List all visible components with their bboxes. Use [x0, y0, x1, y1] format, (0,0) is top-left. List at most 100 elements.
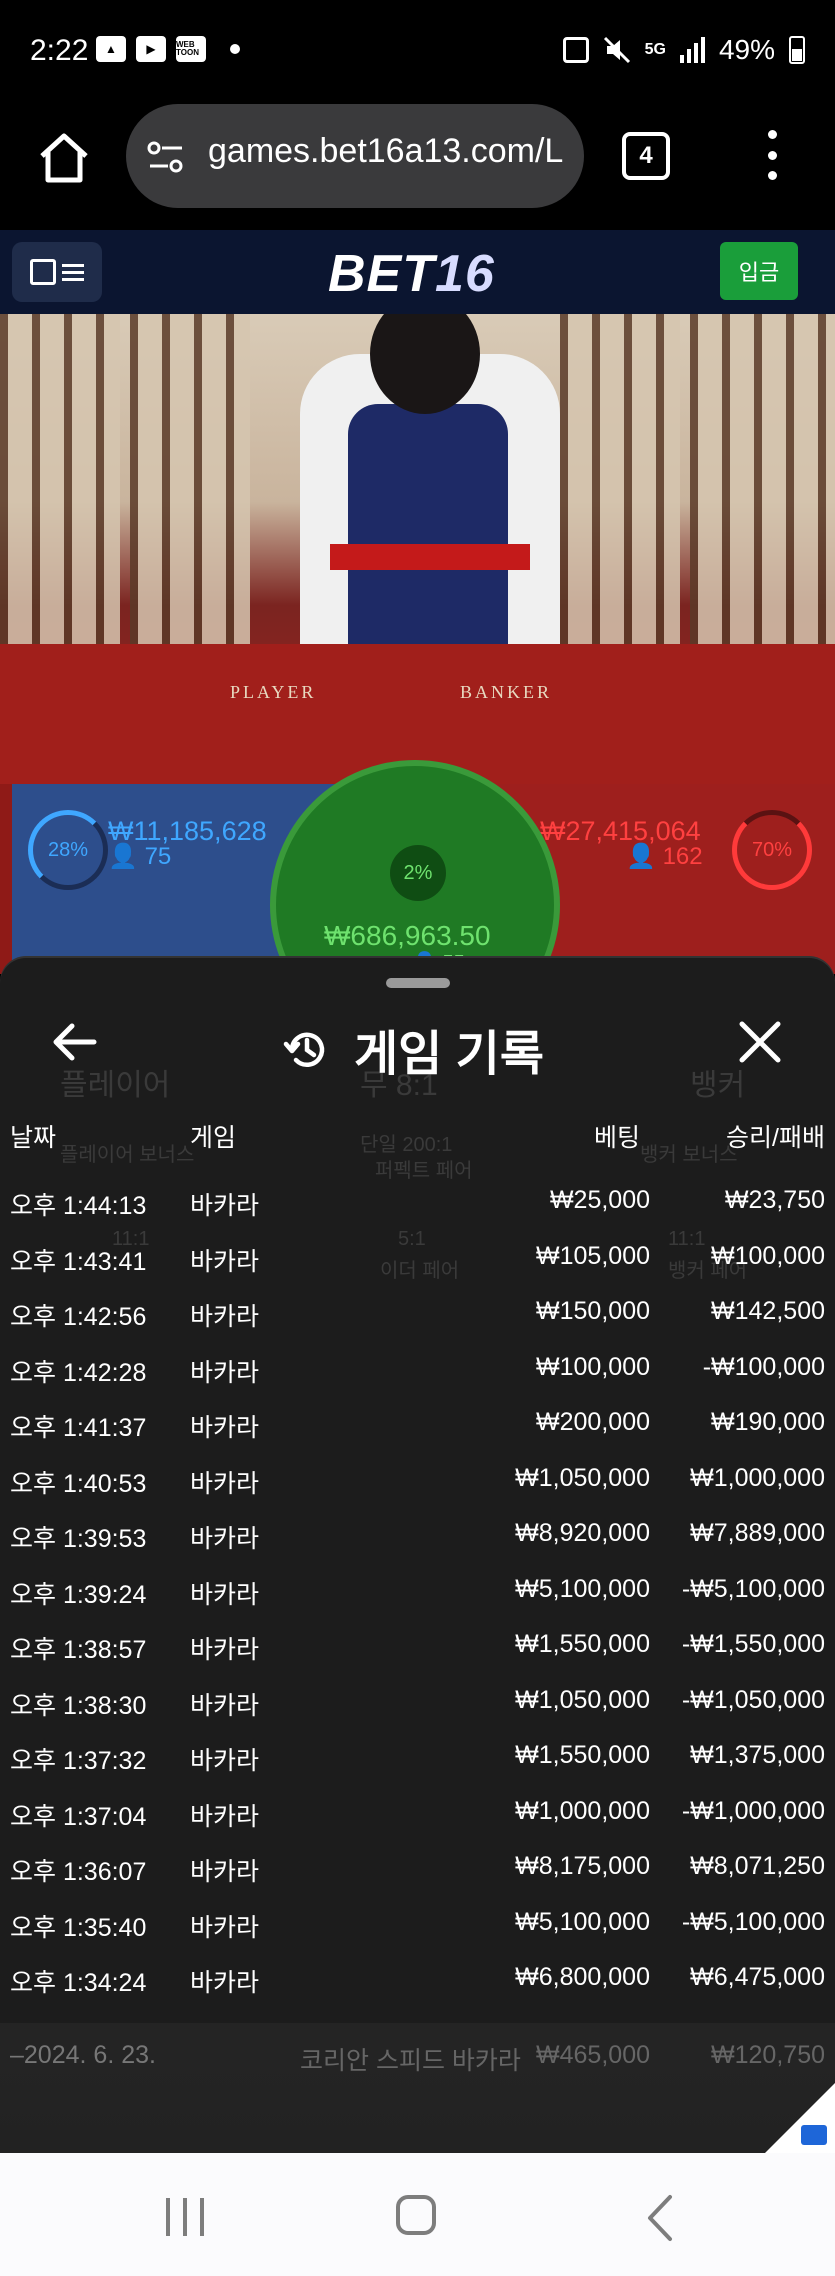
- row-date: 오후 1:42:28: [10, 1358, 147, 1387]
- back-arrow-icon[interactable]: [50, 1020, 98, 1064]
- table-row[interactable]: 오후 1:38:57 바카라 ₩1,550,000 -₩1,550,000: [0, 1624, 835, 1680]
- row-result: ₩190,000: [711, 1408, 825, 1436]
- row-result: ₩142,500: [711, 1297, 825, 1325]
- row-bet: ₩150,000: [536, 1297, 650, 1325]
- table-row[interactable]: 오후 1:39:24 바카라 ₩5,100,000 -₩5,100,000: [0, 1569, 835, 1625]
- site-settings-icon[interactable]: [146, 140, 186, 174]
- address-bar[interactable]: games.bet16a13.com/L: [126, 104, 584, 208]
- gift-icon: [30, 259, 56, 285]
- row-bet: ₩1,550,000: [515, 1630, 650, 1658]
- mute-icon: [603, 36, 630, 64]
- table-row-partial[interactable]: –2024. 6. 23. 코리안 스피드 바카라 ₩465,000 ₩120,…: [0, 2035, 835, 2091]
- status-time: 2:22: [30, 34, 89, 67]
- column-header-game: 게임: [190, 1124, 237, 1152]
- table-row[interactable]: 오후 1:38:30 바카라 ₩1,050,000 -₩1,050,000: [0, 1680, 835, 1736]
- row-bet: ₩1,550,000: [515, 1741, 650, 1769]
- row-game: 바카라: [190, 1636, 260, 1664]
- url-text[interactable]: games.bet16a13.com/L: [208, 132, 568, 171]
- live-video: PLAYER BANKER: [0, 314, 835, 784]
- table-row[interactable]: 오후 1:43:41 바카라 ₩105,000 ₩100,000: [0, 1236, 835, 1292]
- row-result: ₩7,889,000: [690, 1519, 825, 1547]
- player-percent: 28%: [28, 810, 108, 890]
- youtube-icon: ▶: [136, 36, 166, 62]
- row-result: -₩1,550,000: [681, 1630, 825, 1658]
- banker-count: 👤 162: [626, 843, 703, 870]
- home-nav-icon[interactable]: [396, 2195, 436, 2235]
- history-icon: [283, 1032, 325, 1068]
- row-date: 오후 1:37:32: [10, 1747, 147, 1775]
- home-icon[interactable]: [36, 130, 92, 186]
- row-result: ₩8,071,250: [690, 1852, 825, 1880]
- tabs-button[interactable]: 4: [622, 132, 670, 180]
- recent-apps-icon[interactable]: [166, 2198, 204, 2236]
- sheet-drag-handle[interactable]: [386, 978, 450, 988]
- hamburger-icon: [62, 263, 84, 281]
- column-header-result: 승리/패배: [726, 1124, 825, 1152]
- gallery-icon: ▲: [96, 36, 126, 62]
- table-player-label: PLAYER: [230, 682, 317, 702]
- column-header-bet: 베팅: [593, 1124, 640, 1152]
- table-row[interactable]: 오후 1:44:13 바카라 ₩25,000 ₩23,750: [0, 1180, 835, 1236]
- table-row[interactable]: 오후 1:36:07 바카라 ₩8,175,000 ₩8,071,250: [0, 1846, 835, 1902]
- folder-icon[interactable]: [801, 2125, 827, 2145]
- decor-panel: [130, 314, 250, 644]
- tie-percent: 2%: [390, 845, 446, 901]
- row-game: 바카라: [190, 1414, 260, 1442]
- site-logo[interactable]: BET16: [328, 244, 495, 304]
- row-bet: ₩25,000: [549, 1186, 650, 1214]
- row-game: 바카라: [190, 1358, 260, 1387]
- row-result: -₩100,000: [702, 1352, 825, 1381]
- row-bet: ₩200,000: [536, 1408, 650, 1436]
- table-row[interactable]: 오후 1:40:53 바카라 ₩1,050,000 ₩1,000,000: [0, 1458, 835, 1514]
- column-header-date: 날짜: [10, 1124, 57, 1152]
- row-date: 오후 1:34:24: [10, 1969, 147, 1997]
- notification-icons: ▲ ▶ WEB TOON: [96, 36, 240, 62]
- dealer-belt: [330, 544, 530, 570]
- table-row[interactable]: 오후 1:37:32 바카라 ₩1,550,000 ₩1,375,000: [0, 1735, 835, 1791]
- decor-panel: [690, 314, 835, 644]
- sheet-header: 게임 기록: [282, 1014, 544, 1084]
- table-banker-label: BANKER: [460, 682, 553, 702]
- close-icon[interactable]: [736, 1018, 784, 1066]
- webtoon-icon: WEB TOON: [176, 36, 206, 62]
- row-date: 오후 1:44:13: [10, 1192, 147, 1220]
- row-game: 바카라: [190, 1580, 260, 1609]
- row-date: –2024. 6. 23.: [10, 2041, 156, 2069]
- signal-icon: [679, 37, 705, 63]
- player-count: 👤 75: [108, 843, 172, 870]
- row-game: 바카라: [190, 1247, 260, 1276]
- row-result: -₩1,000,000: [681, 1796, 825, 1825]
- table-row[interactable]: 오후 1:39:53 바카라 ₩8,920,000 ₩7,889,000: [0, 1513, 835, 1569]
- decor-panel: [0, 314, 120, 644]
- row-bet: ₩1,050,000: [515, 1685, 650, 1714]
- row-result: -₩5,100,000: [681, 1907, 825, 1936]
- gift-menu-button[interactable]: [12, 242, 102, 302]
- system-icons: 5G 49%: [562, 34, 805, 66]
- row-date: 오후 1:42:56: [10, 1303, 147, 1331]
- row-game: 바카라: [190, 1691, 260, 1720]
- row-result: ₩100,000: [711, 1241, 825, 1270]
- battery-text: 49%: [718, 34, 775, 65]
- history-table-header: 날짜 게임 베팅 승리/패배: [0, 1118, 835, 1162]
- table-row[interactable]: 오후 1:37:04 바카라 ₩1,000,000 -₩1,000,000: [0, 1791, 835, 1847]
- banker-percent: 70%: [732, 810, 812, 890]
- bg-banker-label: 뱅커: [690, 1069, 746, 1102]
- site-header: BET16 입금: [0, 230, 835, 314]
- deposit-button[interactable]: 입금: [720, 242, 798, 300]
- row-date: 오후 1:35:40: [10, 1913, 147, 1942]
- table-row[interactable]: 오후 1:35:40 바카라 ₩5,100,000 -₩5,100,000: [0, 1902, 835, 1958]
- row-bet: ₩105,000: [536, 1241, 650, 1270]
- back-nav-icon[interactable]: [640, 2193, 680, 2243]
- table-row[interactable]: 오후 1:42:28 바카라 ₩100,000 -₩100,000: [0, 1347, 835, 1403]
- table-row[interactable]: 오후 1:34:24 바카라 ₩6,800,000 ₩6,475,000: [0, 1957, 835, 2013]
- row-bet: ₩1,000,000: [515, 1796, 650, 1825]
- row-bet: ₩100,000: [536, 1352, 650, 1381]
- row-game: 코리안 스피드 바카라: [300, 2047, 521, 2075]
- table-row[interactable]: 오후 1:41:37 바카라 ₩200,000 ₩190,000: [0, 1402, 835, 1458]
- table-row[interactable]: 오후 1:42:56 바카라 ₩150,000 ₩142,500: [0, 1291, 835, 1347]
- browser-toolbar: games.bet16a13.com/L 4: [0, 100, 835, 230]
- row-date: 오후 1:39:53: [10, 1525, 147, 1553]
- row-result: ₩1,000,000: [690, 1463, 825, 1492]
- row-result: ₩120,750: [711, 2041, 825, 2069]
- more-menu-icon[interactable]: [760, 130, 784, 180]
